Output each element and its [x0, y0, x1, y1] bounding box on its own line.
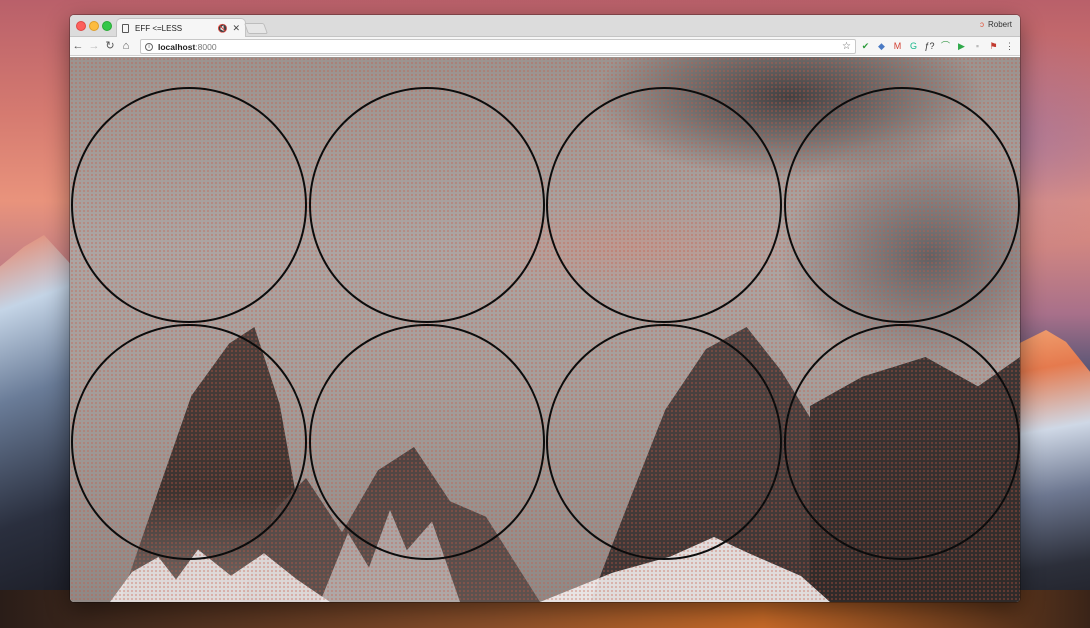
grammarly-extension-icon[interactable]: G [908, 41, 919, 52]
circle-grid [70, 57, 1020, 602]
browser-toolbar: ← → ↻ ⌂ i localhost :8000 ☆ ✔ ◆ M Gƒ? ⌒ ▶ ▪ ⚑ ⋮ [70, 37, 1020, 56]
window-close-button[interactable] [76, 21, 86, 31]
circle-outline [71, 87, 307, 323]
circle-outline [71, 324, 307, 560]
window-minimize-button[interactable] [89, 21, 99, 31]
address-bar[interactable]: i localhost :8000 ☆ [140, 39, 856, 54]
address-port: :8000 [195, 41, 217, 52]
page-content [70, 57, 1020, 602]
back-icon[interactable]: ← [70, 37, 86, 56]
profile-name: Robert [987, 20, 1012, 29]
forward-icon[interactable]: → [86, 37, 102, 56]
mute-icon[interactable]: 🔇 [217, 24, 227, 33]
diamond-extension-icon[interactable]: ◆ [876, 41, 887, 52]
home-icon[interactable]: ⌂ [118, 37, 134, 56]
document-icon [122, 24, 129, 33]
function-extension-icon[interactable]: ƒ? [924, 41, 935, 52]
background-mountain-right [1010, 330, 1090, 628]
circle-outline [783, 324, 1020, 560]
tab-bar: EFF <=LESS 🔇 ✕ ↄ Robert [70, 15, 1020, 38]
gmail-extension-icon[interactable]: M [892, 41, 903, 52]
circle-outline [308, 324, 545, 560]
window-maximize-button[interactable] [102, 21, 112, 31]
profile-button[interactable]: ↄ Robert [980, 20, 1012, 29]
tab-active[interactable]: EFF <=LESS 🔇 ✕ [116, 18, 246, 38]
background-mountain-left [0, 235, 80, 628]
circle-outline [546, 87, 782, 323]
tab-title: EFF <=LESS [135, 24, 183, 33]
address-host: localhost [158, 41, 196, 52]
bookmark-star-icon[interactable]: ☆ [842, 41, 851, 52]
menu-icon[interactable]: ⋮ [1004, 41, 1015, 52]
reload-icon[interactable]: ↻ [102, 37, 118, 56]
tab-close-icon[interactable]: ✕ [232, 23, 240, 34]
browser-window: EFF <=LESS 🔇 ✕ ↄ Robert ← → ↻ ⌂ i localh… [70, 15, 1020, 602]
circle-outline [783, 87, 1020, 323]
profile-icon: ↄ [979, 20, 984, 29]
square-extension-icon[interactable]: ▪ [972, 41, 983, 52]
new-tab-button[interactable] [243, 23, 269, 34]
puzzle-extension-icon[interactable]: ⚑ [988, 41, 999, 52]
circle-outline [308, 87, 545, 323]
circle-outline [546, 324, 782, 560]
check-extension-icon[interactable]: ✔ [860, 41, 871, 52]
site-info-icon[interactable]: i [145, 42, 153, 51]
wave-extension-icon[interactable]: ⌒ [940, 41, 951, 52]
play-extension-icon[interactable]: ▶ [956, 41, 967, 52]
